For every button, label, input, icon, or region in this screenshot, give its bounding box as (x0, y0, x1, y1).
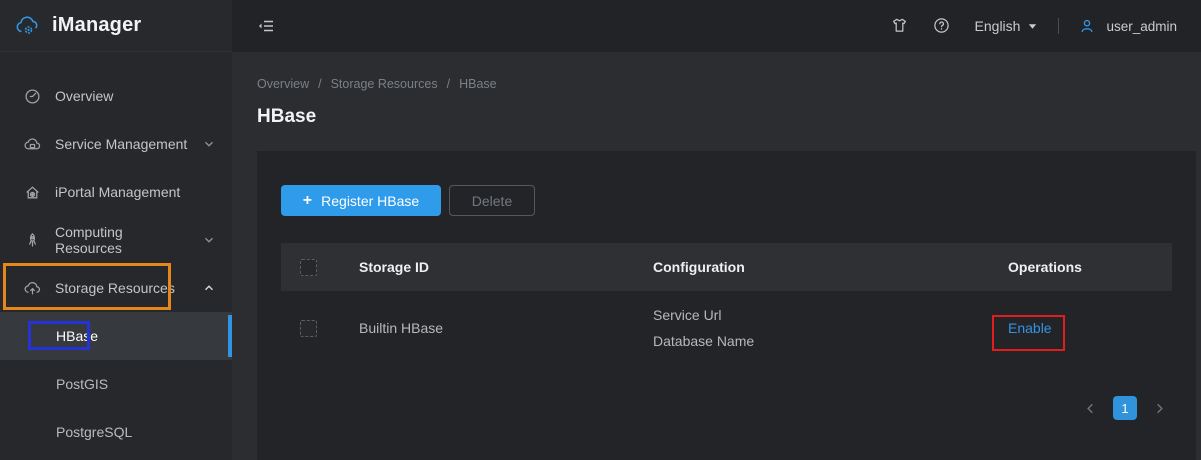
topbar: English user_admin (232, 0, 1201, 52)
sidebar-item-label: Storage Resources (55, 280, 188, 296)
rocket-icon (24, 232, 41, 249)
sidebar-subitem-label: PostgreSQL (56, 424, 132, 440)
content: Overview / Storage Resources / HBase HBa… (232, 52, 1201, 460)
theme-skin-icon[interactable] (891, 17, 909, 35)
sidebar-item-label: Overview (55, 88, 216, 104)
main-area: English user_admin (232, 0, 1201, 460)
cloud-gear-logo-icon (15, 15, 41, 37)
table-row: Builtin HBase Service Url Database Name … (281, 291, 1172, 365)
plus-icon: + (303, 193, 312, 209)
storage-id-cell: Builtin HBase (359, 320, 653, 336)
sidebar-item-label: iPortal Management (55, 184, 216, 200)
sidebar-subitem-hbase[interactable]: HBase (0, 312, 232, 360)
operations-cell: Enable (1008, 320, 1172, 336)
chevron-up-icon (202, 281, 216, 295)
sidebar-subitem-postgis[interactable]: PostGIS (0, 360, 232, 408)
sidebar-collapse-icon[interactable] (257, 17, 275, 35)
page-title: HBase (257, 106, 1196, 128)
cloud-upload-icon (24, 280, 41, 297)
pagination-prev-icon[interactable] (1083, 401, 1098, 416)
username-label: user_admin (1106, 19, 1177, 34)
enable-link[interactable]: Enable (1008, 320, 1052, 336)
app-title: iManager (52, 14, 141, 37)
sidebar-subitem-label: HBase (56, 328, 98, 344)
sidebar-item-iportal-management[interactable]: iPortal Management (0, 168, 232, 216)
row-select-cell (281, 320, 359, 337)
caret-down-icon (1027, 21, 1038, 32)
home-globe-icon (24, 184, 41, 201)
breadcrumb-overview[interactable]: Overview (257, 77, 309, 91)
cloud-service-icon (24, 136, 41, 153)
user-menu[interactable]: user_admin (1079, 18, 1177, 34)
app-window: iManager Overview Service Manage (0, 0, 1201, 460)
delete-button[interactable]: Delete (449, 185, 535, 216)
language-label: English (975, 18, 1021, 34)
breadcrumb-separator: / (318, 77, 321, 91)
pagination-next-icon[interactable] (1152, 401, 1167, 416)
sidebar-item-label: Computing Resources (55, 224, 188, 256)
sidebar-item-overview[interactable]: Overview (0, 72, 232, 120)
topbar-divider (1058, 18, 1059, 34)
sidebar-subitem-label: PostGIS (56, 376, 108, 392)
chevron-down-icon (202, 137, 216, 151)
sidebar-nav: Overview Service Management (0, 52, 232, 460)
help-icon[interactable] (933, 17, 951, 35)
pagination-page-1[interactable]: 1 (1113, 396, 1137, 420)
content-panel: + Register HBase Delete Storage ID Confi… (257, 151, 1196, 460)
column-header-operations: Operations (1008, 259, 1172, 275)
column-header-configuration: Configuration (653, 259, 1008, 275)
configuration-cell: Service Url Database Name (653, 302, 1008, 354)
sidebar-item-computing-resources[interactable]: Computing Resources (0, 216, 232, 264)
sidebar-subitem-postgresql[interactable]: PostgreSQL (0, 408, 232, 456)
configuration-line-database-name: Database Name (653, 328, 1008, 354)
row-checkbox[interactable] (300, 320, 317, 337)
select-all-cell (281, 259, 359, 276)
storage-table: Storage ID Configuration Operations Buil… (281, 243, 1172, 365)
sidebar-item-label: Service Management (55, 136, 188, 152)
register-hbase-label: Register HBase (321, 193, 419, 209)
breadcrumb-storage-resources[interactable]: Storage Resources (331, 77, 438, 91)
breadcrumb-separator: / (447, 77, 450, 91)
pagination: 1 (281, 396, 1172, 420)
chevron-down-icon (202, 233, 216, 247)
topbar-right: English user_admin (891, 17, 1177, 35)
gauge-icon (24, 88, 41, 105)
configuration-line-service-url: Service Url (653, 302, 1008, 328)
table-header-row: Storage ID Configuration Operations (281, 243, 1172, 291)
sidebar-item-storage-resources[interactable]: Storage Resources (0, 264, 232, 312)
register-hbase-button[interactable]: + Register HBase (281, 185, 441, 216)
column-header-storage-id: Storage ID (359, 259, 653, 275)
breadcrumb: Overview / Storage Resources / HBase (257, 77, 1196, 91)
select-all-checkbox[interactable] (300, 259, 317, 276)
logo-area: iManager (0, 0, 232, 52)
language-selector[interactable]: English (975, 18, 1039, 34)
toolbar: + Register HBase Delete (281, 185, 1172, 216)
sidebar-item-service-management[interactable]: Service Management (0, 120, 232, 168)
breadcrumb-current: HBase (459, 77, 497, 91)
sidebar: iManager Overview Service Manage (0, 0, 232, 460)
user-icon (1079, 18, 1095, 34)
